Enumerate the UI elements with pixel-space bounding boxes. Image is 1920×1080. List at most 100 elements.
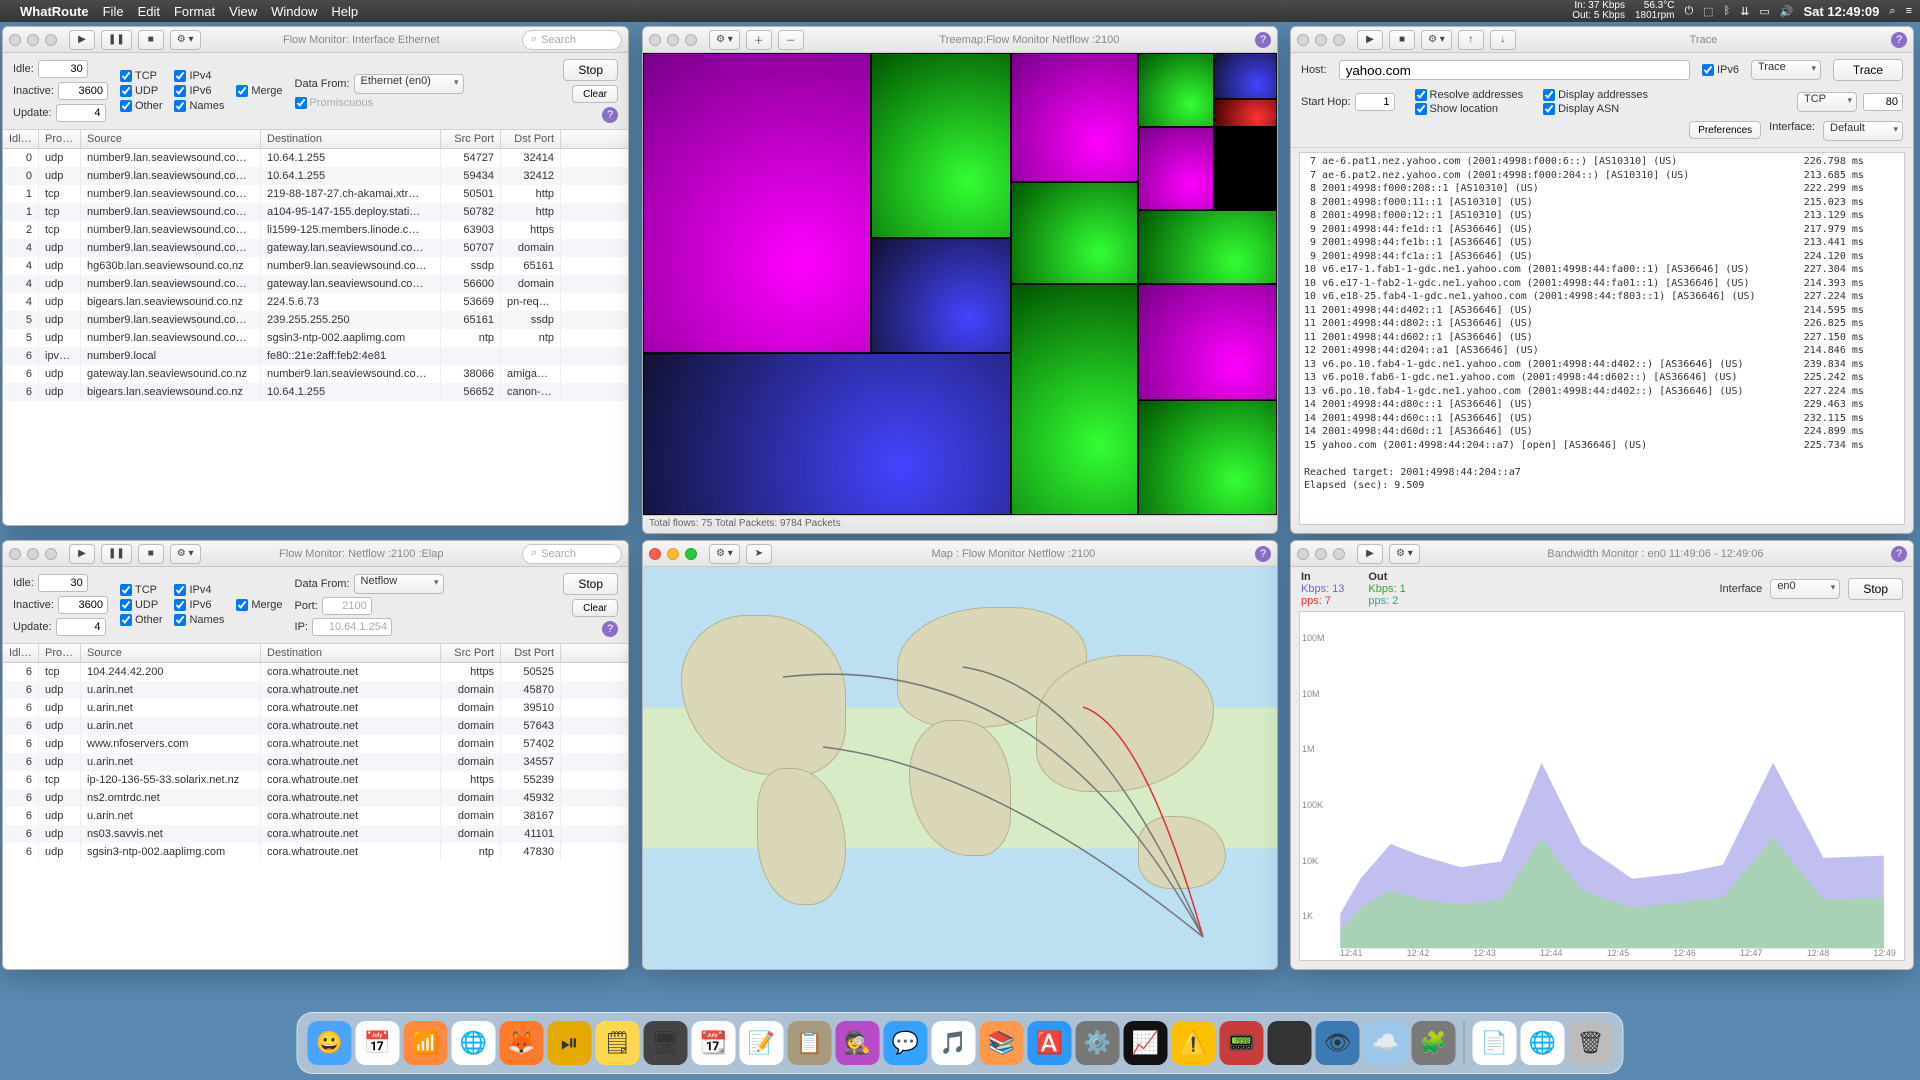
- protocol-select[interactable]: TCP: [1797, 92, 1857, 112]
- menu-format[interactable]: Format: [174, 4, 215, 19]
- dock-app-icon[interactable]: 🗒: [596, 1021, 640, 1065]
- close-icon[interactable]: [9, 548, 21, 560]
- dock-app-icon[interactable]: 🧩: [1412, 1021, 1456, 1065]
- inactive-field[interactable]: [58, 82, 108, 100]
- search-input[interactable]: Search: [522, 30, 622, 50]
- dock-app-icon[interactable]: 📄: [1473, 1021, 1517, 1065]
- table-row[interactable]: 6udpu.arin.netcora.whatroute.netdomain34…: [3, 753, 628, 771]
- zoom-icon[interactable]: [685, 34, 697, 46]
- cb-ipv4[interactable]: IPv4: [174, 70, 224, 82]
- bluetooth-icon[interactable]: ᛒ: [1724, 5, 1731, 17]
- cb-tcp[interactable]: TCP: [120, 584, 163, 596]
- trace-button[interactable]: Trace: [1833, 59, 1903, 81]
- dock-app-icon[interactable]: 📟: [1220, 1021, 1264, 1065]
- clear-button[interactable]: Clear: [572, 599, 618, 617]
- table-row[interactable]: 6ipv6-i…number9.localfe80::21e:2aff:feb2…: [3, 347, 628, 365]
- dock-app-icon[interactable]: 😀: [308, 1021, 352, 1065]
- stop-button[interactable]: Stop: [563, 59, 618, 81]
- menu-window[interactable]: Window: [271, 4, 317, 19]
- pause-button[interactable]: ❚❚: [101, 30, 132, 50]
- cb-names[interactable]: Names: [174, 100, 224, 112]
- titlebar[interactable]: ▶ ❚❚ ■ ⚙ ▾ Flow Monitor: Interface Ether…: [3, 27, 628, 53]
- menu-edit[interactable]: Edit: [138, 4, 160, 19]
- down-button[interactable]: ↓: [1490, 30, 1516, 50]
- table-row[interactable]: 6udpns03.savvis.netcora.whatroute.netdom…: [3, 825, 628, 843]
- play-button[interactable]: ▶: [1357, 544, 1383, 564]
- world-map[interactable]: [643, 567, 1277, 969]
- gear-button[interactable]: ⚙ ▾: [709, 544, 740, 564]
- table-row[interactable]: 0udpnumber9.lan.seaviewsound.co…10.64.1.…: [3, 167, 628, 185]
- titlebar[interactable]: ⚙ ▾ ➤ Map : Flow Monitor Netflow :2100 ?: [643, 541, 1277, 567]
- titlebar[interactable]: ▶ ⚙ ▾ Bandwidth Monitor : en0 11:49:06 -…: [1291, 541, 1913, 567]
- idle-field[interactable]: [38, 60, 88, 78]
- close-icon[interactable]: [9, 34, 21, 46]
- dropbox-icon[interactable]: ⬚: [1703, 5, 1713, 18]
- gear-button[interactable]: ⚙ ▾: [1389, 544, 1420, 564]
- help-icon[interactable]: ?: [1891, 546, 1907, 562]
- menu-file[interactable]: File: [103, 4, 124, 19]
- clock[interactable]: Sat 12:49:09: [1804, 4, 1880, 19]
- table-header[interactable]: Idle ▲Pro…SourceDestinationSrc PortDst P…: [3, 644, 628, 663]
- close-icon[interactable]: [649, 548, 661, 560]
- table-row[interactable]: 5udpnumber9.lan.seaviewsound.co…sgsin3-n…: [3, 329, 628, 347]
- dock-app-icon[interactable]: 🎵: [932, 1021, 976, 1065]
- help-icon[interactable]: ?: [602, 107, 618, 123]
- play-button[interactable]: ▶: [69, 30, 95, 50]
- gear-button[interactable]: ⚙ ▾: [1421, 30, 1452, 50]
- notification-icon[interactable]: ≡: [1906, 5, 1912, 17]
- cb-udp[interactable]: UDP: [120, 85, 163, 97]
- cb-tcp[interactable]: TCP: [120, 70, 163, 82]
- stop-button[interactable]: ■: [138, 544, 164, 564]
- minimize-icon[interactable]: [667, 34, 679, 46]
- table-row[interactable]: 6udpu.arin.netcora.whatroute.netdomain45…: [3, 681, 628, 699]
- cb-dispaddr[interactable]: Display addresses: [1543, 89, 1648, 101]
- flow-table[interactable]: Idle ▲Pro…SourceDestinationSrc PortDst P…: [3, 644, 628, 969]
- dock-app-icon[interactable]: 🖥: [644, 1021, 688, 1065]
- cb-showloc[interactable]: Show location: [1415, 103, 1524, 115]
- table-row[interactable]: 1tcpnumber9.lan.seaviewsound.co…219-88-1…: [3, 185, 628, 203]
- zoom-icon[interactable]: [45, 548, 57, 560]
- titlebar[interactable]: ▶ ■ ⚙ ▾ ↑ ↓ Trace ?: [1291, 27, 1913, 53]
- bandwidth-chart[interactable]: 100M 10M 1M 100K 10K 1K 12:4112:4212:431…: [1299, 611, 1905, 961]
- table-row[interactable]: 5udpnumber9.lan.seaviewsound.co…239.255.…: [3, 311, 628, 329]
- remove-button[interactable]: －: [778, 30, 804, 50]
- search-input[interactable]: Search: [522, 544, 622, 564]
- stop-button[interactable]: ■: [1389, 30, 1415, 50]
- starthop-field[interactable]: [1355, 93, 1395, 111]
- play-button[interactable]: ▶: [69, 544, 95, 564]
- dock-app-icon[interactable]: 📆: [692, 1021, 736, 1065]
- cb-ipv4[interactable]: IPv4: [174, 584, 224, 596]
- menu-view[interactable]: View: [229, 4, 257, 19]
- help-icon[interactable]: ?: [1255, 546, 1271, 562]
- dock-app-icon[interactable]: ⚠️: [1172, 1021, 1216, 1065]
- table-row[interactable]: 2tcpnumber9.lan.seaviewsound.co…li1599-1…: [3, 221, 628, 239]
- dock-app-icon[interactable]: 🖥: [1268, 1021, 1312, 1065]
- zoom-icon[interactable]: [1333, 548, 1345, 560]
- table-row[interactable]: 6udpbigears.lan.seaviewsound.co.nz10.64.…: [3, 383, 628, 401]
- locate-button[interactable]: ➤: [746, 544, 772, 564]
- cb-merge[interactable]: Merge: [236, 599, 282, 611]
- port-field[interactable]: [1863, 93, 1903, 111]
- preferences-button[interactable]: Preferences: [1689, 121, 1761, 139]
- clear-button[interactable]: Clear: [572, 85, 618, 103]
- update-field[interactable]: [56, 618, 106, 636]
- dock-app-icon[interactable]: 👁: [1316, 1021, 1360, 1065]
- cb-udp[interactable]: UDP: [120, 599, 163, 611]
- dock-app-icon[interactable]: 🗑: [1569, 1021, 1613, 1065]
- action-select[interactable]: Trace: [1751, 60, 1821, 80]
- help-icon[interactable]: ?: [1255, 32, 1271, 48]
- table-row[interactable]: 6udpu.arin.netcora.whatroute.netdomain39…: [3, 699, 628, 717]
- minimize-icon[interactable]: [667, 548, 679, 560]
- spotlight-icon[interactable]: ⌕: [1889, 5, 1895, 18]
- stop-button[interactable]: Stop: [1848, 578, 1903, 600]
- table-row[interactable]: 0udpnumber9.lan.seaviewsound.co…10.64.1.…: [3, 149, 628, 167]
- datasource-select[interactable]: Ethernet (en0): [354, 74, 464, 94]
- table-header[interactable]: Idle ▲Pro…SourceDestinationSrc PortDst P…: [3, 130, 628, 149]
- titlebar[interactable]: ⚙ ▾ ＋ － Treemap:Flow Monitor Netflow :21…: [643, 27, 1277, 53]
- close-icon[interactable]: [1297, 34, 1309, 46]
- minimize-icon[interactable]: [1315, 34, 1327, 46]
- app-name[interactable]: WhatRoute: [20, 4, 89, 19]
- add-button[interactable]: ＋: [746, 30, 772, 50]
- interface-select[interactable]: en0: [1770, 579, 1840, 599]
- gear-button[interactable]: ⚙ ▾: [170, 544, 201, 564]
